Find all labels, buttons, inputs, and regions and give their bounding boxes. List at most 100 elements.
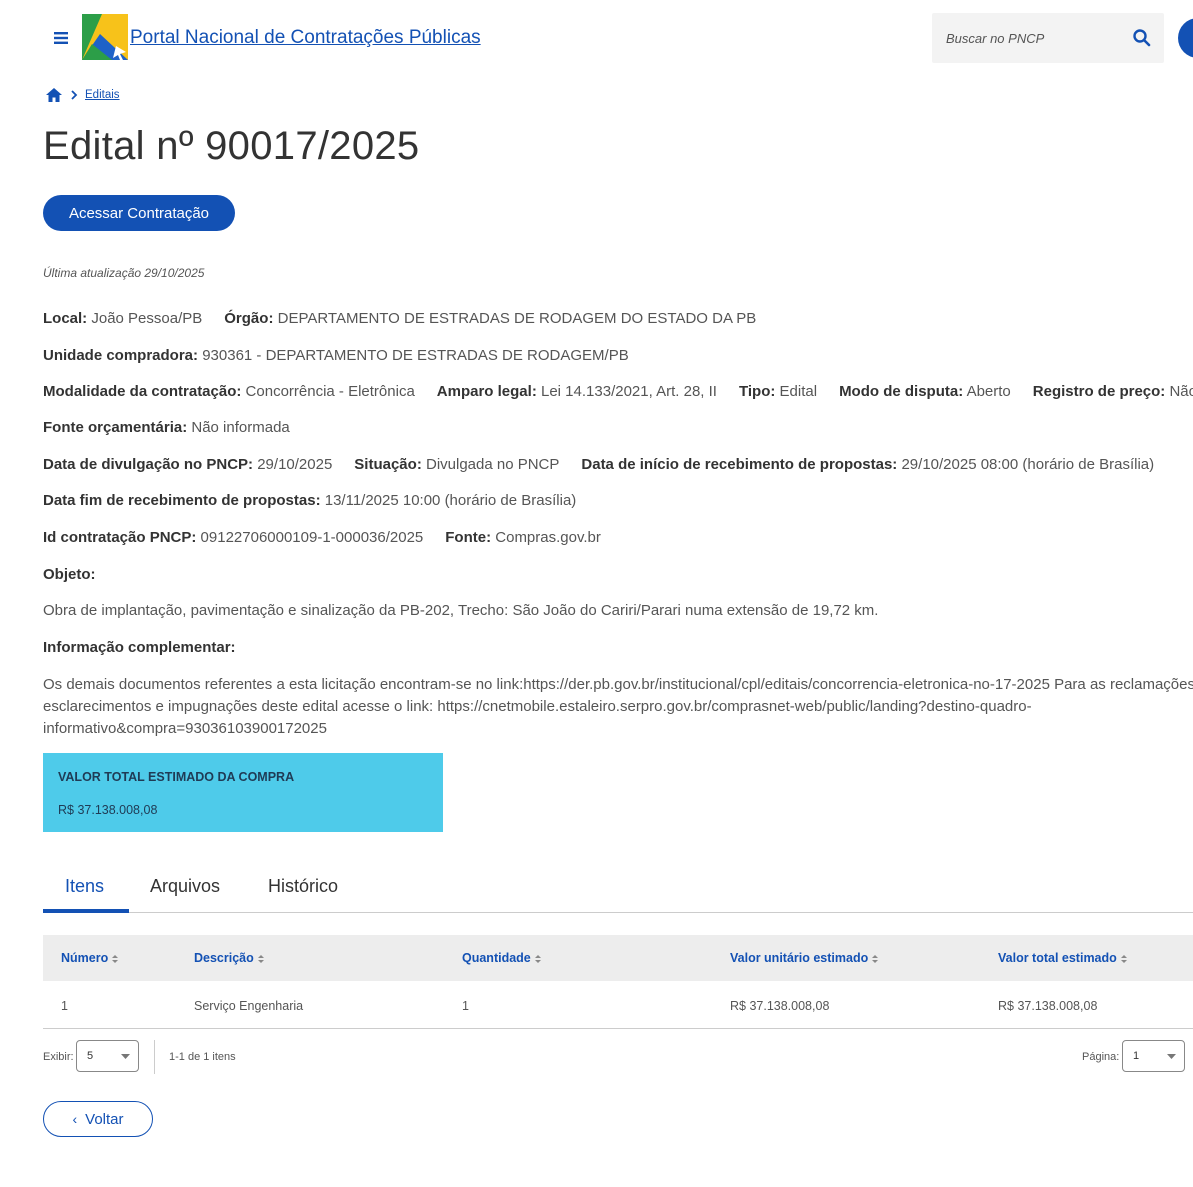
search-input[interactable] <box>932 13 1122 63</box>
th-valor-unitario[interactable]: Valor unitário estimado <box>730 951 879 965</box>
estimated-value-box: VALOR TOTAL ESTIMADO DA COMPRA R$ 37.138… <box>43 753 443 832</box>
search-box <box>932 13 1164 63</box>
table-header: Número Descrição Quantidade Valor unitár… <box>43 935 1193 981</box>
info-line-fonte-orc: Fonte orçamentária: Não informada <box>43 419 290 436</box>
tabs: Itens Arquivos Histórico <box>43 860 1193 913</box>
sort-icon <box>112 955 119 963</box>
orgao-value: DEPARTAMENTO DE ESTRADAS DE RODAGEM DO E… <box>277 310 757 327</box>
local-value: João Pessoa/PB <box>91 310 203 327</box>
info-line-datas: Data de divulgação no PNCP: 29/10/2025 Si… <box>43 456 1154 473</box>
back-button[interactable]: ‹ Voltar <box>43 1101 153 1137</box>
modalidade-value: Concorrência - Eletrônica <box>245 383 415 400</box>
compl-line-3: informativo&compra=93036103900172025 <box>43 720 327 737</box>
chevron-left-icon: ‹ <box>72 1110 78 1127</box>
registro-label: Registro de preço: <box>1032 383 1166 400</box>
chevron-right-icon <box>71 90 78 100</box>
inicio-value: 29/10/2025 08:00 (horário de Brasília) <box>901 456 1155 473</box>
fonte-orc-value: Não informada <box>191 419 290 436</box>
page-label: Página: <box>1082 1051 1120 1063</box>
objeto-heading: Objeto: <box>43 566 96 583</box>
page-select[interactable]: 1 <box>1122 1040 1185 1072</box>
compl-line-1: Os demais documentos referentes a esta l… <box>43 676 1193 693</box>
cell-numero: 1 <box>61 999 68 1013</box>
inicio-label: Data de início de recebimento de propost… <box>581 456 898 473</box>
divulgacao-label: Data de divulgação no PNCP: <box>43 456 254 473</box>
compl-text: Os demais documentos referentes a esta l… <box>43 674 1193 740</box>
tipo-value: Edital <box>779 383 818 400</box>
page-title: Edital nº 90017/2025 <box>43 124 420 168</box>
table-row[interactable]: 1 Serviço Engenharia 1 R$ 37.138.008,08 … <box>43 981 1193 1029</box>
page-size-select[interactable]: 5 <box>76 1040 139 1072</box>
page-value: 1 <box>1133 1050 1140 1062</box>
fonte-orc-label: Fonte orçamentária: <box>43 419 188 436</box>
range-text: 1-1 de 1 itens <box>169 1051 236 1063</box>
hamburger-icon <box>54 32 68 44</box>
back-button-label: Voltar <box>85 1110 124 1128</box>
situacao-value: Divulgada no PNCP <box>425 456 560 473</box>
sort-icon <box>872 955 879 963</box>
fim-value: 13/11/2025 10:00 (horário de Brasília) <box>324 492 577 509</box>
tipo-label: Tipo: <box>738 383 776 400</box>
estimated-value-amount: R$ 37.138.008,08 <box>58 803 158 817</box>
amparo-label: Amparo legal: <box>436 383 537 400</box>
fonte-label: Fonte: <box>445 529 492 546</box>
objeto-text: Obra de implantação, pavimentação e sina… <box>43 602 879 619</box>
tab-historico[interactable]: Histórico <box>268 876 338 897</box>
amparo-value: Lei 14.133/2021, Art. 28, II <box>541 383 717 400</box>
modo-value: Aberto <box>966 383 1011 400</box>
show-label: Exibir: <box>43 1051 74 1063</box>
search-icon[interactable] <box>1130 26 1154 50</box>
active-tab-indicator <box>43 909 129 913</box>
compl-heading: Informação complementar: <box>43 639 236 656</box>
th-descricao[interactable]: Descrição <box>194 951 265 965</box>
id-value: 09122706000109-1-000036/2025 <box>200 529 424 546</box>
cell-valor-total: R$ 37.138.008,08 <box>998 999 1098 1013</box>
chevron-down-icon <box>121 1054 130 1059</box>
estimated-value-label: VALOR TOTAL ESTIMADO DA COMPRA <box>58 770 295 784</box>
page-size-value: 5 <box>87 1050 94 1062</box>
orgao-label: Órgão: <box>224 310 274 327</box>
pncp-logo[interactable] <box>82 14 128 60</box>
sort-icon <box>1120 955 1127 963</box>
chevron-down-icon <box>1167 1054 1176 1059</box>
registro-value: Não <box>1169 383 1193 400</box>
local-label: Local: <box>43 310 88 327</box>
pagination-divider <box>154 1040 155 1074</box>
info-line-id: Id contratação PNCP: 09122706000109-1-00… <box>43 529 601 546</box>
sort-icon <box>257 955 264 963</box>
tab-itens[interactable]: Itens <box>65 876 104 897</box>
last-update: Última atualização 29/10/2025 <box>43 266 205 280</box>
breadcrumb-editais-link[interactable]: Editais <box>85 89 120 101</box>
cell-valor-unitario: R$ 37.138.008,08 <box>730 999 830 1013</box>
breadcrumb: Editais <box>45 86 120 104</box>
modo-label: Modo de disputa: <box>839 383 964 400</box>
home-icon[interactable] <box>45 87 63 103</box>
situacao-label: Situação: <box>354 456 422 473</box>
compl-label: Informação complementar: <box>43 639 236 656</box>
portal-title-link[interactable]: Portal Nacional de Contratações Públicas <box>130 27 481 49</box>
compl-line-2: esclarecimentos e impugnações deste edit… <box>43 698 1032 715</box>
tab-arquivos[interactable]: Arquivos <box>150 876 220 897</box>
divulgacao-value: 29/10/2025 <box>257 456 333 473</box>
cell-descricao: Serviço Engenharia <box>194 999 304 1013</box>
unidade-label: Unidade compradora: <box>43 347 199 364</box>
header: Portal Nacional de Contratações Públicas <box>0 0 1193 80</box>
menu-icon[interactable] <box>50 26 72 50</box>
info-line-unidade: Unidade compradora: 930361 - DEPARTAMENT… <box>43 347 629 364</box>
access-contract-button[interactable]: Acessar Contratação <box>43 195 235 231</box>
fonte-value: Compras.gov.br <box>495 529 601 546</box>
unidade-value: 930361 - DEPARTAMENTO DE ESTRADAS DE ROD… <box>202 347 629 364</box>
fim-label: Data fim de recebimento de propostas: <box>43 492 321 509</box>
th-valor-total[interactable]: Valor total estimado <box>998 951 1128 965</box>
avatar[interactable] <box>1178 18 1193 58</box>
info-line-fim: Data fim de recebimento de propostas: 13… <box>43 492 576 509</box>
th-quantidade[interactable]: Quantidade <box>462 951 542 965</box>
info-line-modalidade: Modalidade da contratação: Concorrência … <box>43 383 1193 400</box>
objeto-label: Objeto: <box>43 566 96 583</box>
id-label: Id contratação PNCP: <box>43 529 197 546</box>
info-line-local: Local: João Pessoa/PB Órgão: DEPARTAMENTO… <box>43 310 756 327</box>
cell-quantidade: 1 <box>462 999 469 1013</box>
sort-icon <box>534 955 541 963</box>
modalidade-label: Modalidade da contratação: <box>43 383 242 400</box>
th-numero[interactable]: Número <box>61 951 119 965</box>
